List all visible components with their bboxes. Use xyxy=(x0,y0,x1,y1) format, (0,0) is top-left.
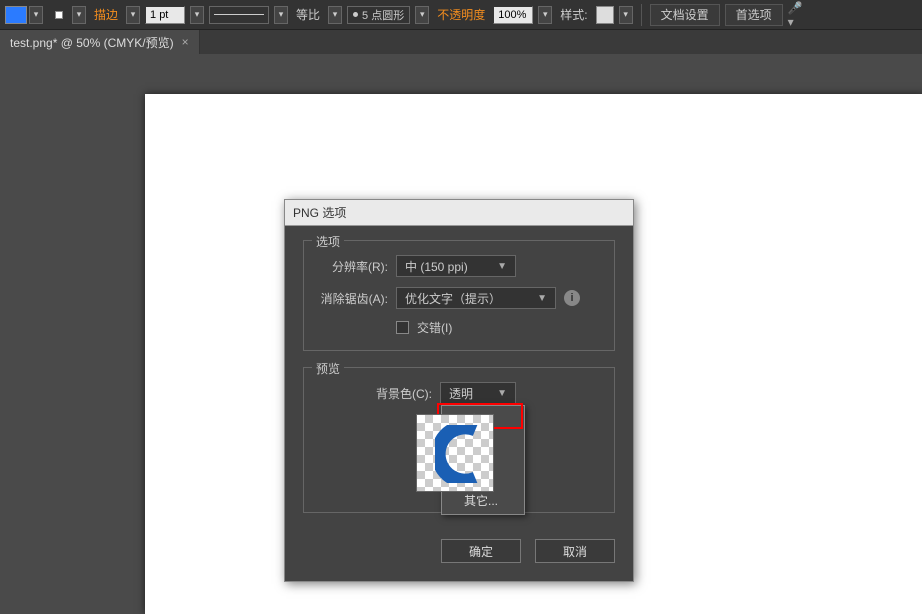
options-toolbar: 描边 等比 5 点圆形 不透明度 样式: 文档设置 首选项 🎤▾ xyxy=(0,0,922,30)
resolution-select[interactable]: 中 (150 ppi) ▼ xyxy=(396,255,516,277)
fill-swatch[interactable] xyxy=(5,6,27,24)
opacity-dd[interactable] xyxy=(538,6,552,24)
preview-thumbnail xyxy=(416,414,494,492)
brush-dot-icon xyxy=(353,12,358,17)
stroke-swatch-group[interactable] xyxy=(48,6,86,24)
divider xyxy=(641,4,642,26)
resolution-label: 分辨率(R): xyxy=(316,258,388,275)
brush-dd[interactable] xyxy=(415,6,429,24)
chevron-down-icon: ▼ xyxy=(497,261,507,272)
fill-dropdown[interactable] xyxy=(29,6,43,24)
png-options-dialog: PNG 选项 选项 分辨率(R): 中 (150 ppi) ▼ 消除锯齿(A):… xyxy=(284,199,634,582)
document-tab[interactable]: test.png* @ 50% (CMYK/预览) × xyxy=(0,30,200,54)
opacity-label: 不透明度 xyxy=(437,6,485,23)
dialog-title: PNG 选项 xyxy=(285,200,633,226)
stroke-width-dd[interactable] xyxy=(190,6,204,24)
chevron-down-icon: ▼ xyxy=(497,388,507,399)
ok-button[interactable]: 确定 xyxy=(441,539,521,563)
stroke-swatch[interactable] xyxy=(48,6,70,24)
brush-select[interactable]: 5 点圆形 xyxy=(347,6,410,24)
preview-logo-icon xyxy=(435,425,479,483)
workspace: PNG 选项 选项 分辨率(R): 中 (150 ppi) ▼ 消除锯齿(A):… xyxy=(0,54,922,604)
brush-label: 5 点圆形 xyxy=(362,7,404,23)
fill-swatch-group[interactable] xyxy=(5,6,43,24)
opacity-input[interactable] xyxy=(493,6,533,24)
preview-group-label: 预览 xyxy=(312,360,344,377)
tab-title: test.png* @ 50% (CMYK/预览) xyxy=(10,34,174,51)
close-icon[interactable]: × xyxy=(182,35,189,49)
info-icon[interactable]: i xyxy=(564,290,580,306)
dash-dd[interactable] xyxy=(328,6,342,24)
interlace-checkbox[interactable] xyxy=(396,321,409,334)
dialog-buttons: 确定 取消 xyxy=(303,529,615,567)
antialias-label: 消除锯齿(A): xyxy=(302,290,388,307)
stroke-dropdown[interactable] xyxy=(72,6,86,24)
chevron-down-icon: ▼ xyxy=(537,293,547,304)
style-label: 样式: xyxy=(560,6,587,23)
stroke-label: 描边 xyxy=(94,6,118,23)
options-group-label: 选项 xyxy=(312,233,344,250)
style-swatch[interactable] xyxy=(596,6,614,24)
prefs-button[interactable]: 首选项 xyxy=(725,4,783,26)
interlace-label: 交错(I) xyxy=(417,319,452,336)
stroke-stepper[interactable] xyxy=(126,6,140,24)
mic-icon[interactable]: 🎤▾ xyxy=(788,7,804,23)
dash-label: 等比 xyxy=(296,6,320,23)
preview-group: 预览 背景色(C): 透明 ▼ 透明 白色 黑色 其它... xyxy=(303,367,615,513)
stroke-style[interactable] xyxy=(209,6,269,24)
doc-setup-button[interactable]: 文档设置 xyxy=(650,4,720,26)
cancel-button[interactable]: 取消 xyxy=(535,539,615,563)
stroke-width-input[interactable] xyxy=(145,6,185,24)
style-dd[interactable] xyxy=(619,6,633,24)
antialias-value: 优化文字（提示） xyxy=(405,290,501,307)
document-tab-bar: test.png* @ 50% (CMYK/预览) × xyxy=(0,30,922,54)
bgcolor-label: 背景色(C): xyxy=(376,385,432,402)
bgcolor-value: 透明 xyxy=(449,385,473,402)
options-group: 选项 分辨率(R): 中 (150 ppi) ▼ 消除锯齿(A): 优化文字（提… xyxy=(303,240,615,351)
resolution-value: 中 (150 ppi) xyxy=(405,258,468,275)
stroke-style-dd[interactable] xyxy=(274,6,288,24)
antialias-select[interactable]: 优化文字（提示） ▼ xyxy=(396,287,556,309)
bgcolor-select[interactable]: 透明 ▼ 透明 白色 黑色 其它... xyxy=(440,382,516,404)
